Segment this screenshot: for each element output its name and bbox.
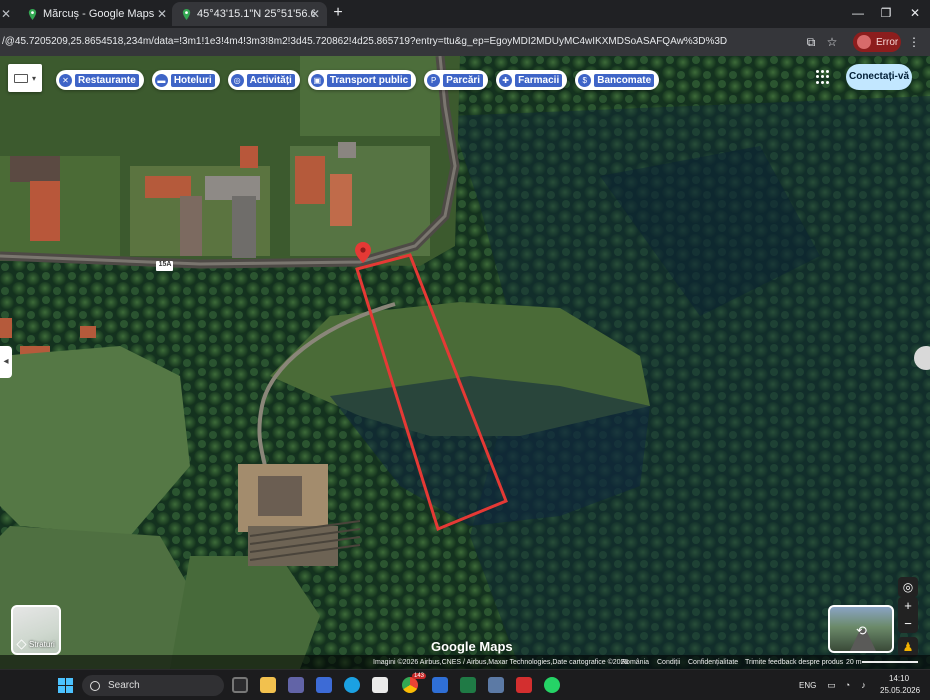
chevron-down-icon: ▾ <box>31 73 36 83</box>
layers-label: Straturi <box>29 640 55 649</box>
chip-label: Transport public <box>326 73 412 87</box>
maps-favicon-icon <box>28 8 37 20</box>
excel-icon[interactable] <box>460 677 476 693</box>
attribution-bar: Imagini ©2026 Airbus,CNES / Airbus,Maxar… <box>0 655 930 669</box>
profile-error-button[interactable]: Error <box>853 32 901 52</box>
install-app-icon[interactable]: ⧉ <box>804 35 818 49</box>
windows-start-icon[interactable] <box>58 678 73 693</box>
chip-label: Farmacii <box>515 73 563 87</box>
bookmark-star-icon[interactable]: ☆ <box>825 35 839 49</box>
edge-browser-icon[interactable] <box>344 677 360 693</box>
sign-in-button[interactable]: Conectați-vă <box>846 64 912 90</box>
taskbar-search[interactable]: Search <box>82 675 224 696</box>
menu-kebab-icon[interactable]: ⋮ <box>908 35 920 49</box>
hotel-icon: ▬ <box>154 73 168 87</box>
country-label[interactable]: România <box>621 659 649 666</box>
notification-badge: 143 <box>412 673 427 679</box>
task-view-icon[interactable] <box>232 677 248 693</box>
close-icon[interactable]: ✕ <box>0 8 12 20</box>
maps-favicon-icon <box>182 8 191 20</box>
language-indicator[interactable]: ENG <box>799 681 816 690</box>
category-chips: ✕ Restaurante ▬ Hoteluri ◎ Activități ▣ … <box>56 70 660 90</box>
google-maps-logo: Google Maps <box>431 639 513 654</box>
layers-icon <box>16 639 27 650</box>
photos-icon[interactable] <box>488 677 504 693</box>
terms-link[interactable]: Condiții <box>657 659 680 666</box>
pegman-icon[interactable]: ♟ <box>898 637 918 657</box>
satellite-map[interactable]: 15A ▾ ✕ Restaurante ▬ Hoteluri ◎ Activit… <box>0 56 930 669</box>
my-location-icon[interactable]: ◎ <box>898 577 918 597</box>
display-icon[interactable]: ▭ <box>826 680 837 690</box>
chip-label: Activități <box>246 73 295 87</box>
chip-parking[interactable]: P Parcări <box>424 70 489 90</box>
tab-title: 45°43'15.1"N 25°51'56.6"E - Go... <box>197 8 315 20</box>
restore-icon[interactable]: ❐ <box>879 6 893 20</box>
window-close-icon[interactable]: ✕ <box>908 6 922 20</box>
volume-icon[interactable]: ♪ <box>858 680 869 690</box>
teams-icon[interactable] <box>288 677 304 693</box>
chip-activities[interactable]: ◎ Activități <box>227 70 300 90</box>
zoom-in-button[interactable]: + <box>898 597 918 615</box>
chip-label: Bancomate <box>594 73 655 87</box>
chip-transit[interactable]: ▣ Transport public <box>307 70 417 90</box>
avatar <box>857 35 871 49</box>
network-icon[interactable]: ◔ <box>842 680 853 690</box>
url-input[interactable]: /@45.7205209,25.8654518,234m/data=!3m1!1… <box>0 30 800 54</box>
scale-label[interactable]: 20 m <box>846 659 862 666</box>
layers-button[interactable]: Straturi <box>11 605 61 655</box>
save-floppy-icon[interactable] <box>316 677 332 693</box>
address-bar: /@45.7205209,25.8654518,234m/data=!3m1!1… <box>0 28 930 56</box>
clock-date[interactable]: 25.05.2026 <box>880 686 920 695</box>
new-tab-button[interactable]: + <box>331 5 345 21</box>
chip-label: Restaurante <box>75 73 139 87</box>
google-apps-icon[interactable] <box>816 70 830 84</box>
camera-icon: ◎ <box>230 73 244 87</box>
chip-restaurants[interactable]: ✕ Restaurante <box>56 70 144 90</box>
search-icon <box>90 680 100 691</box>
close-icon[interactable]: ✕ <box>156 8 168 20</box>
privacy-link[interactable]: Confidențialitate <box>688 659 738 666</box>
browser-tab-strip: ✕ Mărcuș - Google Maps ✕ 45°43'15.1"N 25… <box>0 0 930 28</box>
tab-title: Mărcuș - Google Maps <box>43 8 155 20</box>
road-number-label: 15A <box>158 261 172 268</box>
search-label: Search <box>108 680 140 691</box>
satellite-imagery <box>0 56 930 669</box>
whatsapp-icon[interactable] <box>544 677 560 693</box>
profile-error-label: Error <box>876 36 899 48</box>
keyboard-icon <box>13 73 28 83</box>
tab-partial[interactable]: ✕ <box>0 2 11 26</box>
close-icon[interactable]: ✕ <box>309 8 321 20</box>
zoom-out-button[interactable]: − <box>898 615 918 633</box>
tab-coordinates-maps[interactable]: 45°43'15.1"N 25°51'56.6"E - Go... ✕ <box>172 2 327 26</box>
chip-label: Hoteluri <box>170 73 215 87</box>
chip-hotels[interactable]: ▬ Hoteluri <box>151 70 220 90</box>
expand-panel-chevron-icon[interactable]: ◂ <box>0 346 12 378</box>
street-view-thumbnail[interactable]: ⟲ <box>828 605 894 653</box>
pdf-reader-icon[interactable] <box>516 677 532 693</box>
rotate-arrow-icon: ⟲ <box>856 623 867 638</box>
transit-icon: ▣ <box>310 73 324 87</box>
outlook-icon[interactable] <box>432 677 448 693</box>
file-explorer-icon[interactable] <box>260 677 276 693</box>
minimize-icon[interactable]: — <box>851 6 865 20</box>
feedback-link[interactable]: Trimite feedback despre produs <box>745 659 843 666</box>
atm-icon: $ <box>578 73 592 87</box>
tab-marcus-maps[interactable]: Mărcuș - Google Maps ✕ <box>18 2 174 26</box>
chip-label: Parcări <box>443 73 484 87</box>
keyboard-shortcuts-button[interactable]: ▾ <box>8 64 42 92</box>
scale-bar <box>862 661 918 663</box>
windows-taskbar: Search 143 ENG ▭ ◔ ♪ 14:10 25.05.2026 <box>0 669 930 700</box>
parking-icon: P <box>427 73 441 87</box>
chip-atms[interactable]: $ Bancomate <box>575 70 660 90</box>
store-icon[interactable] <box>372 677 388 693</box>
pharmacy-icon: ✚ <box>499 73 513 87</box>
clock-time[interactable]: 14:10 <box>889 674 909 683</box>
restaurant-icon: ✕ <box>59 73 72 87</box>
chrome-icon[interactable] <box>402 677 418 693</box>
imagery-attribution: Imagini ©2026 Airbus,CNES / Airbus,Maxar… <box>373 658 629 666</box>
chip-pharmacies[interactable]: ✚ Farmacii <box>496 70 568 90</box>
